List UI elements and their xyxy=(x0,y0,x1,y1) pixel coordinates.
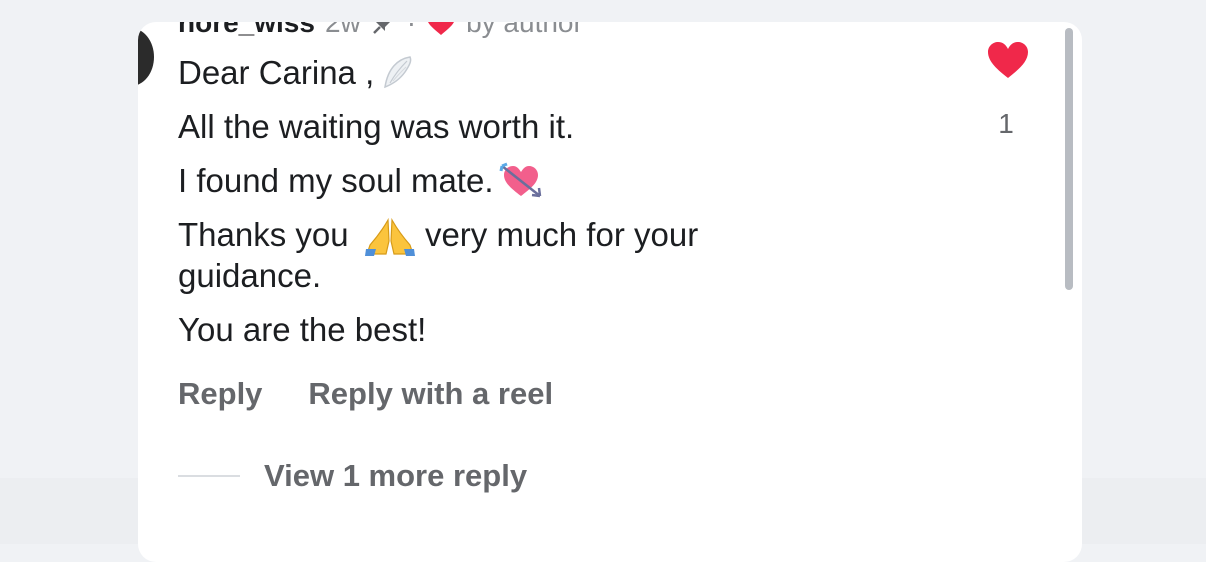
comment-author[interactable]: nore_wiss xyxy=(178,22,315,39)
comment-line: You are the best! xyxy=(178,311,427,349)
wing-emoji xyxy=(380,54,414,92)
view-more-replies[interactable]: View 1 more reply xyxy=(178,458,527,494)
heart-icon xyxy=(426,22,456,36)
liked-by-label: by author xyxy=(466,22,583,38)
like-count: 1 xyxy=(998,108,1014,139)
reply-with-reel-button[interactable]: Reply with a reel xyxy=(308,376,553,412)
comment-line: Dear Carina , xyxy=(178,54,818,92)
comment-line: Thanks you very much for your guidance. xyxy=(178,216,699,295)
pin-icon xyxy=(371,22,397,36)
meta-dot: · xyxy=(406,22,417,38)
comment-meta: nore_wiss 2w · by author xyxy=(178,22,583,38)
comment-card: nore_wiss 2w · by author Dear Carina , A… xyxy=(138,22,1082,562)
reply-button[interactable]: Reply xyxy=(178,376,262,412)
comment-line: I found my soul mate. xyxy=(178,162,818,200)
avatar[interactable] xyxy=(138,28,154,86)
praying-hands-emoji xyxy=(364,217,416,257)
divider xyxy=(178,475,240,477)
scrollbar[interactable] xyxy=(1065,28,1073,290)
comment-age: 2w xyxy=(324,22,361,38)
heart-arrow-emoji xyxy=(499,162,543,200)
view-more-replies-label[interactable]: View 1 more reply xyxy=(264,458,527,494)
comment-line: All the waiting was worth it. xyxy=(178,108,575,145)
comment-body: Dear Carina , All the waiting was worth … xyxy=(178,54,818,365)
comment-actions: Reply Reply with a reel xyxy=(178,376,553,412)
like-heart-icon[interactable] xyxy=(986,40,1030,85)
